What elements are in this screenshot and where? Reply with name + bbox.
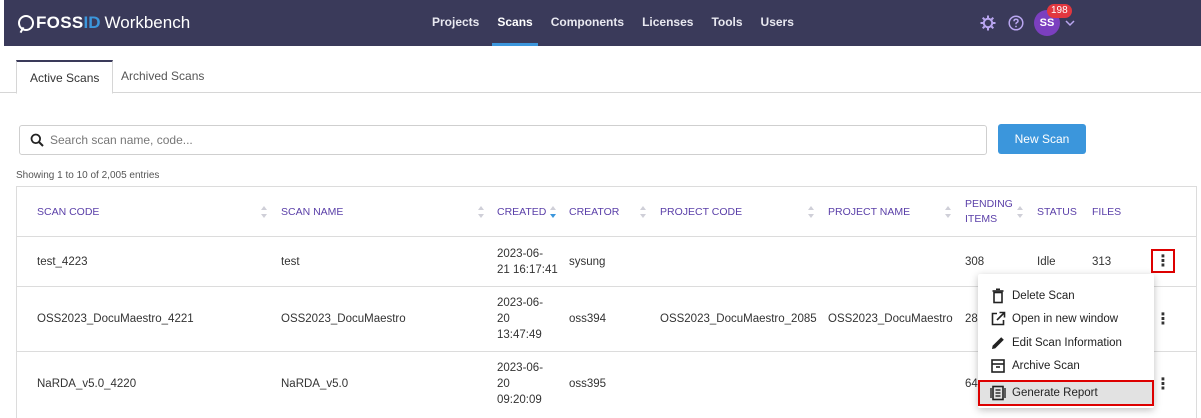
cell-project-name: OSS2023_DocuMaestro <box>828 313 953 325</box>
sort-icon[interactable] <box>807 204 815 220</box>
cell-scan-code[interactable]: NaRDA_v5.0_4220 <box>37 352 136 416</box>
tab-archived-scans[interactable]: Archived Scans <box>108 60 217 94</box>
cell-creator: oss395 <box>569 378 607 390</box>
sort-icon[interactable] <box>260 204 268 220</box>
sort-icon[interactable] <box>477 204 485 220</box>
header-scan-code[interactable]: SCAN CODE <box>37 187 99 237</box>
nav-components[interactable]: Components <box>542 0 633 46</box>
menu-label: Edit Scan Information <box>1012 336 1122 349</box>
row-actions-menu: Delete Scan Open in new window Edit Scan… <box>978 274 1154 408</box>
scan-tabs: Active Scans Archived Scans <box>0 57 1201 94</box>
top-right-actions: SS 198 <box>980 4 1076 36</box>
tab-active-scans[interactable]: Active Scans <box>16 60 114 94</box>
sort-desc-icon[interactable] <box>549 204 557 220</box>
cell-scan-name: test <box>281 255 300 268</box>
entries-info: Showing 1 to 10 of 2,005 entries <box>16 170 160 181</box>
created-part2: 20 <box>497 313 510 325</box>
menu-label: Open in new window <box>1012 313 1119 326</box>
menu-item-delete-scan[interactable]: Delete Scan <box>978 284 1154 308</box>
cell-created: 2023-06- 20 09:20:09 <box>497 352 543 416</box>
cell-creator: sysung <box>569 255 606 268</box>
search-box <box>19 125 987 155</box>
created-part3: 13:47:49 <box>497 329 542 341</box>
chevron-down-icon[interactable] <box>1064 17 1076 29</box>
created-part1: 2023-06- <box>497 297 544 309</box>
header-project-code[interactable]: PROJECT CODE <box>660 187 742 237</box>
header-pending-items[interactable]: PENDING ITEMS <box>965 187 1013 237</box>
top-nav-bar: FOSS ID Workbench Projects Scans Component… <box>4 0 1201 46</box>
menu-label: Archive Scan <box>1012 360 1080 373</box>
menu-label: Generate Report <box>1012 387 1098 399</box>
header-pending-line1: PENDING <box>965 198 1013 210</box>
row-actions-kebab-icon[interactable]: ⋮ <box>1151 372 1175 396</box>
nav-scans[interactable]: Scans <box>488 0 541 46</box>
cell-scan-code[interactable]: test_4223 <box>37 237 88 286</box>
help-icon[interactable] <box>1008 15 1024 31</box>
header-creator[interactable]: CREATOR <box>569 187 619 237</box>
search-input[interactable] <box>50 131 950 149</box>
created-part2: 20 <box>497 378 510 390</box>
header-files[interactable]: FILES <box>1092 187 1121 237</box>
cell-project-code: OSS2023_DocuMaestro_2085 <box>660 313 817 325</box>
header-project-name[interactable]: PROJECT NAME <box>828 187 910 237</box>
user-avatar[interactable]: SS 198 <box>1034 4 1072 36</box>
header-scan-name[interactable]: SCAN NAME <box>281 187 343 237</box>
nav-projects[interactable]: Projects <box>423 0 488 46</box>
cell-created: 2023-06- 20 13:47:49 <box>497 287 543 351</box>
row-actions-kebab-icon[interactable]: ⋮ <box>1151 307 1175 331</box>
gear-icon[interactable] <box>980 15 996 31</box>
created-part1: 2023-06- <box>497 362 544 374</box>
external-link-icon <box>991 311 1006 326</box>
menu-item-generate-report[interactable]: Generate Report <box>978 380 1154 406</box>
archive-icon <box>991 359 1005 374</box>
nav-tools[interactable]: Tools <box>702 0 751 46</box>
nav-licenses[interactable]: Licenses <box>633 0 702 46</box>
search-icon <box>30 133 44 147</box>
notification-badge: 198 <box>1047 4 1072 18</box>
avatar-initials: SS <box>1039 17 1055 29</box>
header-pending-line2: ITEMS <box>965 213 998 225</box>
cell-scan-name: NaRDA_v5.0 <box>281 378 349 390</box>
row-actions-kebab-icon[interactable]: ⋮ <box>1151 249 1175 273</box>
cell-creator: oss394 <box>569 313 607 325</box>
cell-scan-code[interactable]: OSS2023_DocuMaestro_4221 <box>37 287 194 351</box>
cell-pending-items: 64 <box>965 378 978 390</box>
sort-icon[interactable] <box>639 204 647 220</box>
pencil-icon <box>992 336 1004 349</box>
new-scan-button[interactable]: New Scan <box>998 124 1086 154</box>
main-nav: Projects Scans Components Licenses Tools… <box>423 0 803 46</box>
menu-label: Delete Scan <box>1012 289 1075 302</box>
created-part3: 09:20:09 <box>497 394 542 406</box>
created-part1: 2023-06- <box>497 247 544 260</box>
cell-scan-name: OSS2023_DocuMaestro <box>281 313 406 325</box>
cell-pending-items: 28 <box>965 313 978 325</box>
menu-item-archive-scan[interactable]: Archive Scan <box>978 355 1154 379</box>
nav-users[interactable]: Users <box>752 0 803 46</box>
logo-ring-icon <box>18 15 34 31</box>
logo-text-foss: FOSS <box>36 13 84 32</box>
cell-created: 2023-06- 21 16:17:41 <box>497 237 558 286</box>
sort-icon[interactable] <box>1016 204 1024 220</box>
trash-icon <box>992 288 1004 304</box>
fossid-logo[interactable]: FOSS ID Workbench <box>18 12 190 34</box>
logo-text-id: ID <box>83 13 101 32</box>
header-status[interactable]: STATUS <box>1037 187 1077 237</box>
logo-text-workbench: Workbench <box>104 13 191 32</box>
sort-icon[interactable] <box>944 204 952 220</box>
menu-item-edit-scan[interactable]: Edit Scan Information <box>978 331 1154 355</box>
created-part2: 21 16:17:41 <box>497 263 558 276</box>
menu-item-open-new-window[interactable]: Open in new window <box>978 308 1154 332</box>
header-created[interactable]: CREATED <box>497 187 546 237</box>
report-icon <box>990 385 1006 401</box>
